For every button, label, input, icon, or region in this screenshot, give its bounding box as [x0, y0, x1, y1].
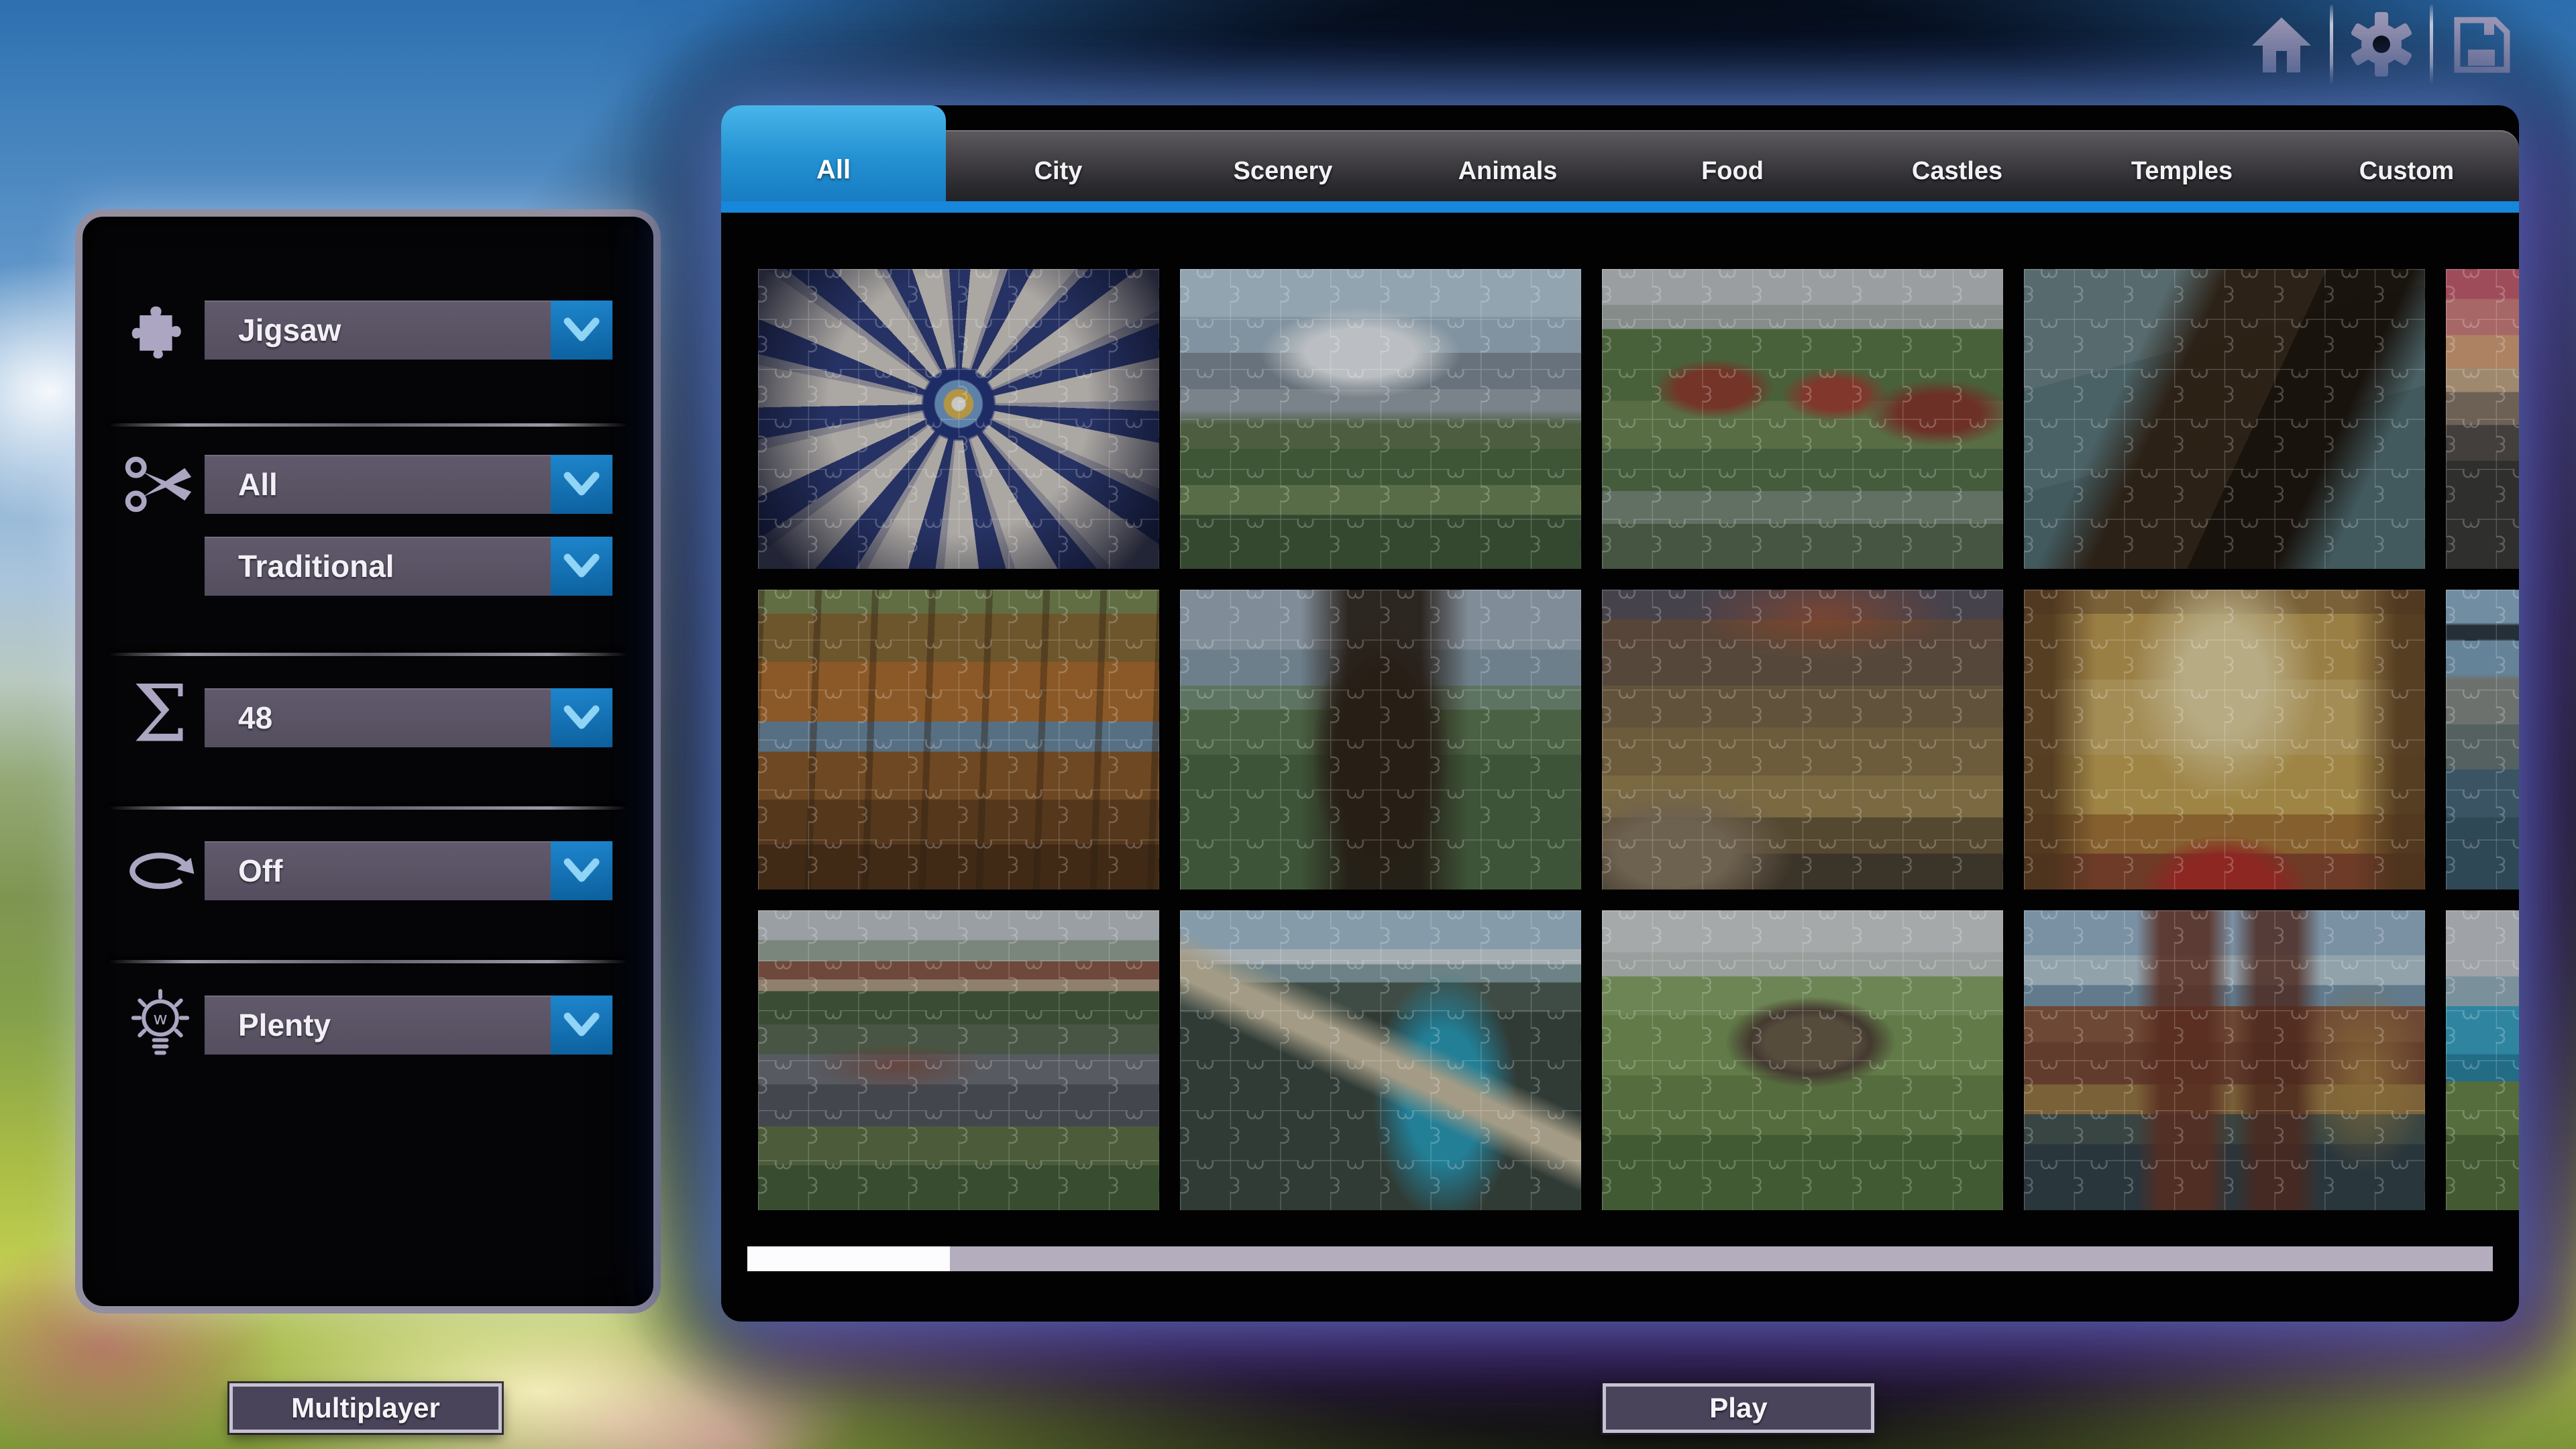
multiplayer-button[interactable]: Multiplayer [229, 1383, 502, 1433]
piece-count-dropdown[interactable]: 48 [205, 688, 612, 747]
cut-style-dropdown[interactable]: Traditional [205, 537, 612, 596]
setting-row-puzzle-type: Jigsaw [83, 301, 653, 360]
puzzle-thumbnail[interactable] [2024, 590, 2425, 890]
puzzle-thumbnail[interactable] [1602, 590, 2003, 890]
top-toolbar [2234, 0, 2529, 89]
gallery-scrollbar-track[interactable] [747, 1246, 2493, 1271]
cut-style-value: Traditional [238, 537, 394, 596]
save-icon [2448, 9, 2515, 79]
chevron-down-icon [561, 315, 602, 345]
toolbar-separator [2430, 5, 2433, 84]
puzzle-thumbnail[interactable] [758, 910, 1159, 1210]
category-tabbar: City Scenery Animals Food Castles Temple… [721, 130, 2519, 201]
panel-divider [109, 806, 627, 810]
setting-row-cut-style: Traditional [83, 537, 653, 596]
hints-dropdown[interactable]: Plenty [205, 996, 612, 1055]
sigma-icon: Σ [117, 674, 203, 762]
puzzle-piece-icon [117, 286, 203, 374]
panel-divider [109, 960, 627, 963]
chevron-down-icon [561, 551, 602, 582]
puzzle-thumbnail[interactable] [1180, 910, 1581, 1210]
hints-dropdown-button[interactable] [551, 996, 612, 1055]
puzzle-thumbnail-grid [758, 269, 2519, 1210]
rotation-dropdown-button[interactable] [551, 841, 612, 900]
settings-button[interactable] [2348, 7, 2415, 82]
panel-divider [109, 423, 627, 427]
puzzle-type-dropdown[interactable]: Jigsaw [205, 301, 612, 360]
tab-food[interactable]: Food [1620, 130, 1845, 201]
puzzle-thumbnail[interactable] [758, 269, 1159, 569]
puzzle-thumbnail[interactable] [2446, 269, 2519, 569]
puzzle-settings-panel: Jigsaw All [75, 209, 661, 1313]
setting-row-piece-count: Σ 48 [83, 688, 653, 747]
tab-custom[interactable]: Custom [2294, 130, 2519, 201]
save-button[interactable] [2448, 7, 2515, 82]
setting-row-cut-category: All [83, 455, 653, 514]
chevron-down-icon [561, 702, 602, 733]
chevron-down-icon [561, 1010, 602, 1040]
tab-castles[interactable]: Castles [1845, 130, 2070, 201]
cut-category-value: All [238, 455, 278, 514]
toolbar-separator [2330, 5, 2333, 84]
home-button[interactable] [2248, 7, 2315, 82]
puzzle-thumbnail[interactable] [2446, 910, 2519, 1210]
puzzle-thumbnail[interactable] [1180, 590, 1581, 890]
puzzle-thumbnail[interactable] [1602, 910, 2003, 1210]
hints-value: Plenty [238, 996, 331, 1055]
jigsaw-game-menu: Jigsaw All [0, 0, 2576, 1449]
chevron-down-icon [561, 855, 602, 886]
puzzle-thumbnail[interactable] [2446, 590, 2519, 890]
puzzle-thumbnail[interactable] [2024, 910, 2425, 1210]
panel-divider [109, 653, 627, 656]
setting-row-hints: w Plenty [83, 996, 653, 1055]
cut-category-dropdown-button[interactable] [551, 455, 612, 514]
puzzle-type-value: Jigsaw [238, 301, 341, 360]
rotation-value: Off [238, 841, 282, 900]
puzzle-thumbnail[interactable] [758, 590, 1159, 890]
scissors-icon [117, 440, 203, 529]
puzzle-thumbnail[interactable] [1602, 269, 2003, 569]
play-button[interactable]: Play [1603, 1383, 1874, 1433]
puzzle-thumbnail[interactable] [1180, 269, 1581, 569]
rotation-dropdown[interactable]: Off [205, 841, 612, 900]
gear-icon [2348, 9, 2415, 79]
home-icon [2248, 9, 2315, 79]
tab-all-active[interactable]: All [721, 105, 946, 201]
puzzle-type-dropdown-button[interactable] [551, 301, 612, 360]
svg-text:Σ: Σ [133, 674, 189, 760]
tabbar-accent-underline [721, 201, 2519, 213]
setting-row-rotation: Off [83, 841, 653, 900]
rotation-arrow-icon [117, 826, 203, 915]
piece-count-dropdown-button[interactable] [551, 688, 612, 747]
chevron-down-icon [561, 469, 602, 500]
piece-count-value: 48 [238, 688, 272, 747]
tab-temples[interactable]: Temples [2070, 130, 2294, 201]
puzzle-thumbnail[interactable] [2024, 269, 2425, 569]
tab-scenery[interactable]: Scenery [1171, 130, 1395, 201]
lightbulb-icon: w [117, 981, 203, 1069]
tab-city[interactable]: City [946, 130, 1171, 201]
gallery-scrollbar-thumb[interactable] [747, 1246, 950, 1271]
tab-animals[interactable]: Animals [1395, 130, 1620, 201]
cut-category-dropdown[interactable]: All [205, 455, 612, 514]
svg-text:w: w [153, 1009, 167, 1029]
cut-style-dropdown-button[interactable] [551, 537, 612, 596]
puzzle-gallery-panel: City Scenery Animals Food Castles Temple… [721, 105, 2519, 1322]
